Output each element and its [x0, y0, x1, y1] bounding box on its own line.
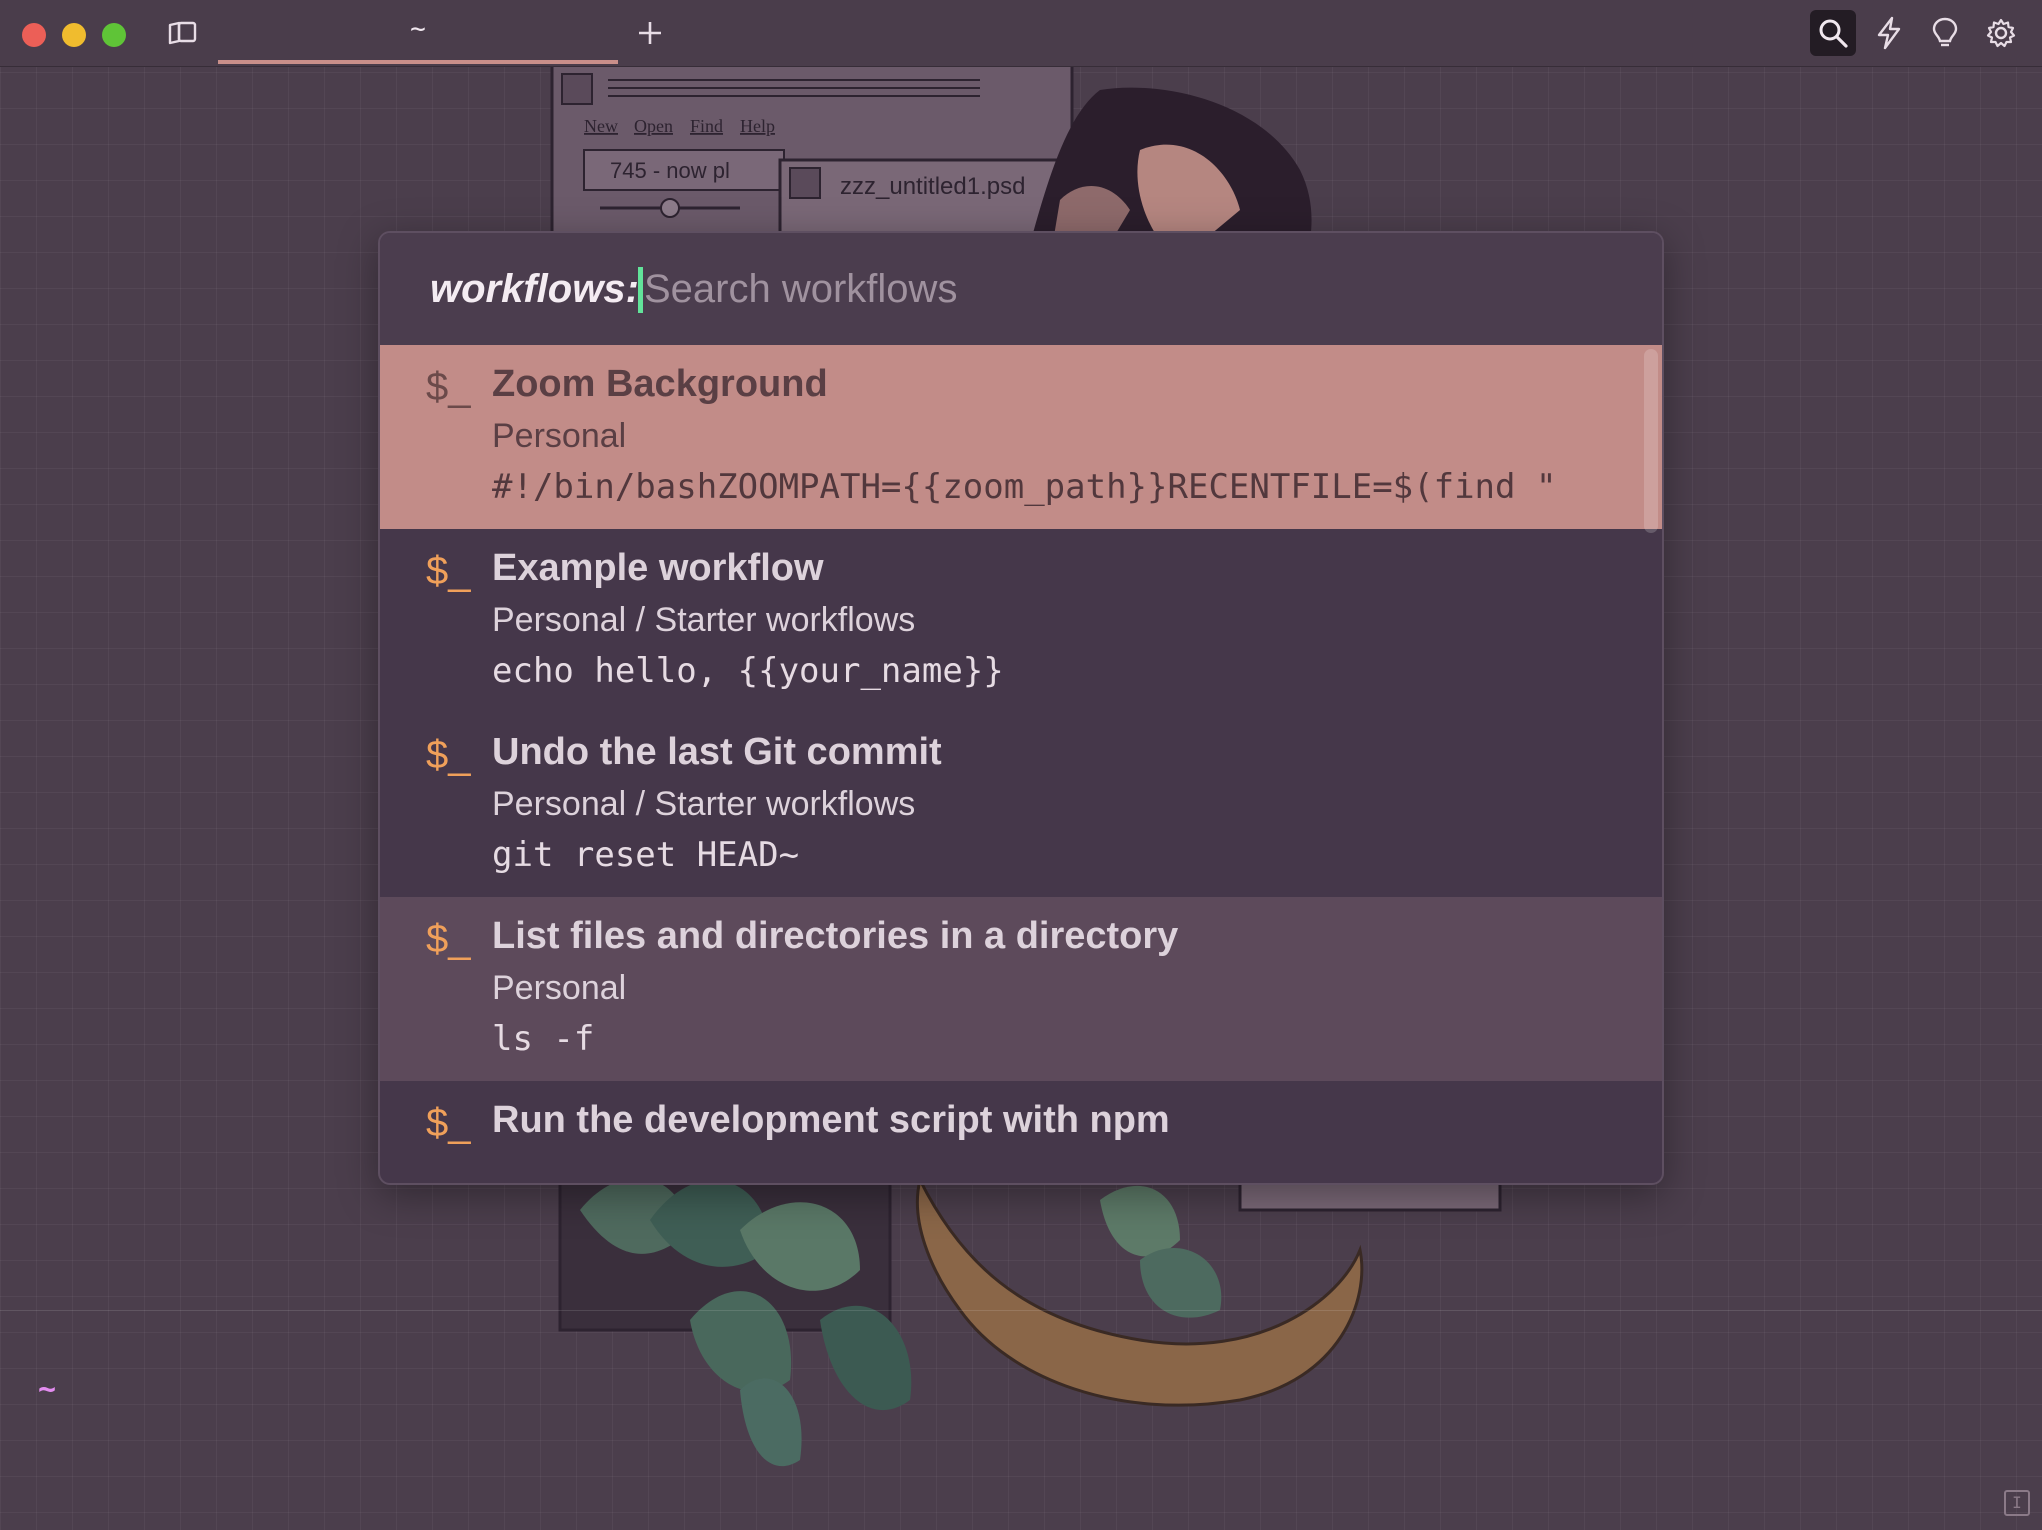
workflow-folder: Personal: [492, 417, 627, 455]
workflow-name: List files and directories in a director…: [492, 915, 1179, 957]
search-workflows-input[interactable]: [644, 261, 1604, 317]
workflow-folder: Personal: [492, 969, 627, 1007]
workflow-name: Run the development script with npm: [492, 1099, 1170, 1141]
lightning-icon: [1877, 16, 1901, 50]
workflow-name: Zoom Background: [492, 363, 828, 405]
workflow-command: ls -f: [492, 1019, 595, 1059]
active-tab-indicator: [218, 60, 618, 64]
zoom-window-button[interactable]: [102, 23, 126, 47]
palette-prefix: workflows:: [430, 267, 639, 311]
text-cursor: [638, 267, 643, 313]
workflow-icon: $_: [426, 549, 471, 593]
prompt-directory: ~: [38, 1372, 57, 1407]
text-cursor-mode-icon[interactable]: I: [2004, 1490, 2030, 1516]
workflow-item[interactable]: $_ Undo the last Git commit Personal / S…: [380, 713, 1662, 897]
workflow-name: Example workflow: [492, 547, 824, 589]
retro-menu-new: New: [584, 116, 618, 136]
close-window-button[interactable]: [22, 23, 46, 47]
workflow-command: echo hello, {{your_name}}: [492, 651, 1004, 691]
workflow-command: git reset HEAD~: [492, 835, 800, 875]
workflow-icon: $_: [426, 365, 471, 409]
palette-header: workflows:: [380, 233, 1662, 345]
tab-label: ~: [410, 14, 426, 44]
palette-scrollbar[interactable]: [1644, 349, 1658, 533]
workflow-name: Undo the last Git commit: [492, 731, 942, 773]
workflow-item[interactable]: $_ Zoom Background Personal #!/bin/bashZ…: [380, 345, 1662, 529]
tips-button[interactable]: [1922, 10, 1968, 56]
gear-icon: [1986, 18, 2016, 48]
lightbulb-icon: [1932, 17, 1958, 47]
sidebar-icon[interactable]: [166, 19, 198, 52]
workflows-palette: workflows: $_ Zoom Background Personal #…: [378, 231, 1664, 1185]
retro-track-text: 745 - now pl: [610, 158, 730, 183]
workflow-command: #!/bin/bashZOOMPATH={{zoom_path}}RECENTF…: [492, 467, 1557, 507]
retro-menu-help: Help: [740, 116, 775, 136]
title-bar: ~: [0, 0, 2042, 67]
workflow-icon: $_: [426, 917, 471, 961]
workflow-item[interactable]: $_ Example workflow Personal / Starter w…: [380, 529, 1662, 713]
workflow-folder: Personal / Starter workflows: [492, 601, 916, 639]
tab-home[interactable]: ~: [218, 0, 618, 66]
block-divider: [0, 1310, 2042, 1311]
workflow-icon: $_: [426, 733, 471, 777]
search-button[interactable]: [1810, 10, 1856, 56]
terminal-window: ~ New Open Find Help 745 - now pl zzz_un…: [0, 0, 2042, 1530]
retro-psd-title: zzz_untitled1.psd: [840, 173, 1025, 200]
settings-button[interactable]: [1978, 10, 2024, 56]
actions-button[interactable]: [1866, 10, 1912, 56]
retro-menu-find: Find: [690, 116, 723, 136]
retro-menu-open: Open: [634, 116, 673, 136]
workflow-folder: Personal / Starter workflows: [492, 785, 916, 823]
minimize-window-button[interactable]: [62, 23, 86, 47]
workflow-item[interactable]: $_ List files and directories in a direc…: [380, 897, 1662, 1081]
workflow-list: $_ Zoom Background Personal #!/bin/bashZ…: [380, 345, 1662, 1183]
new-tab-button[interactable]: [636, 14, 664, 55]
workflow-icon: $_: [426, 1101, 471, 1145]
search-icon: [1819, 19, 1848, 48]
workflow-item[interactable]: $_ Run the development script with npm: [380, 1081, 1662, 1183]
